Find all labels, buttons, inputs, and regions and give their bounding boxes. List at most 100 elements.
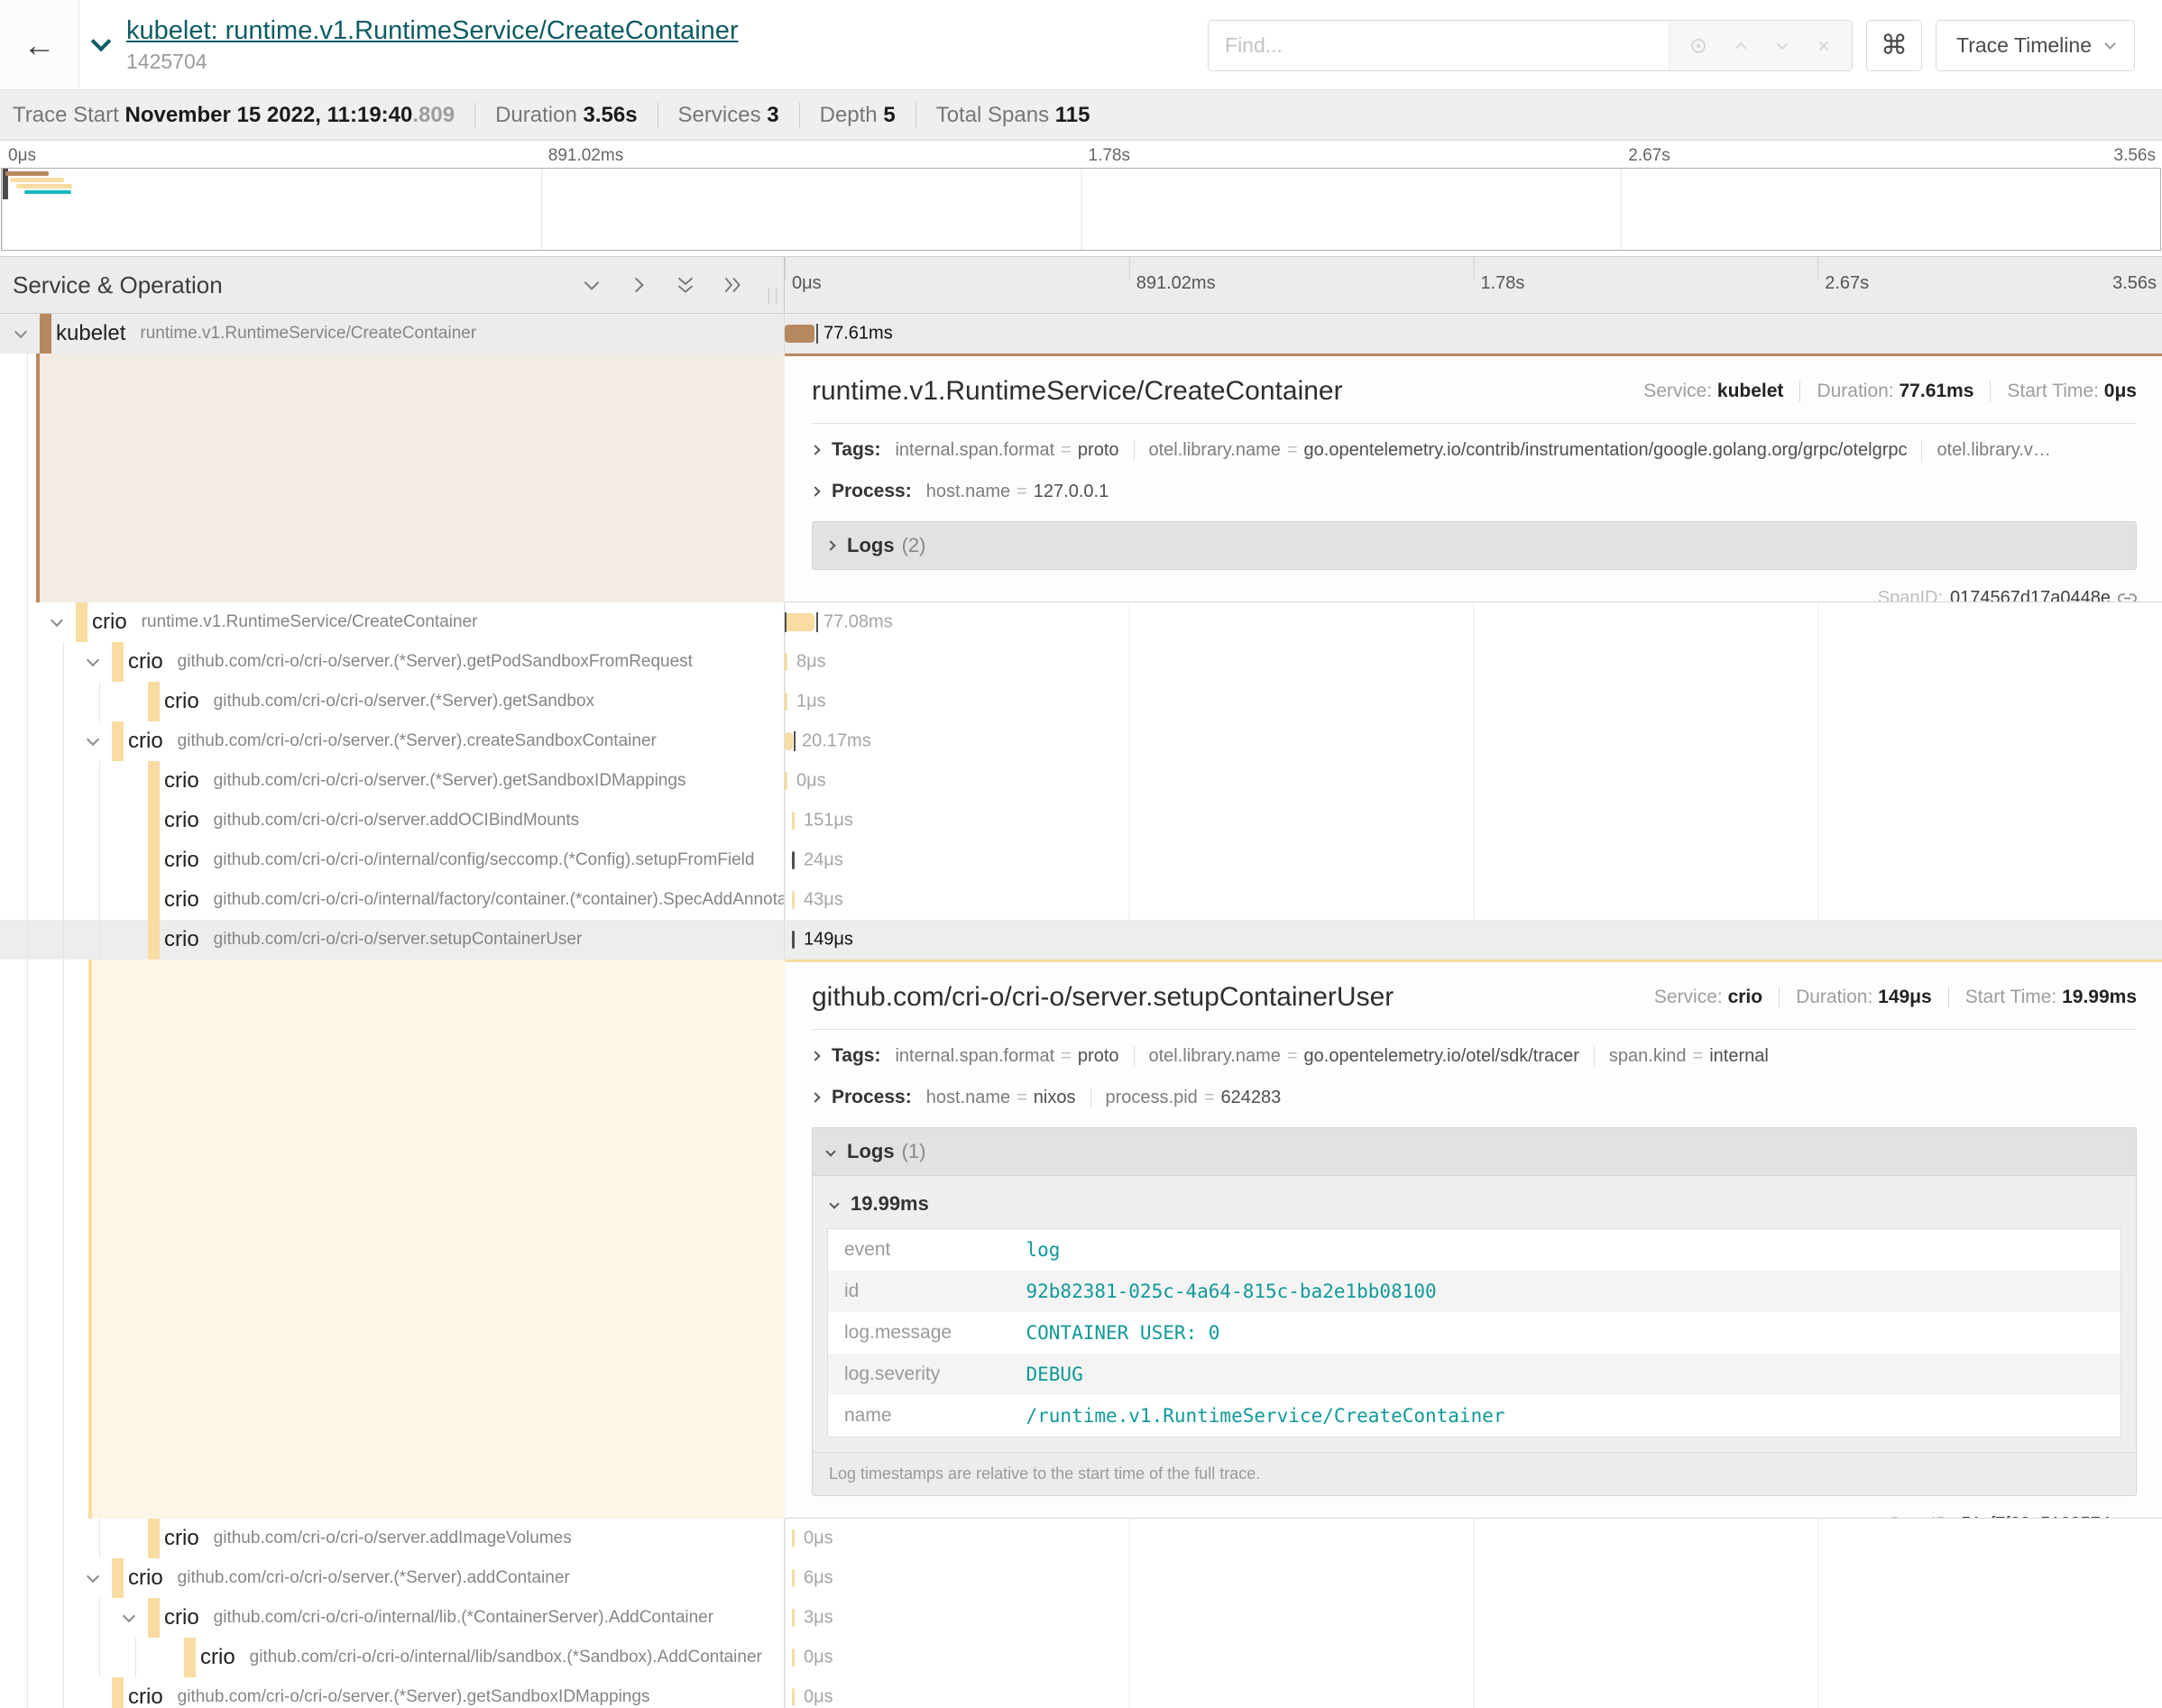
span-row[interactable]: kubeletruntime.v1.RuntimeService/CreateC… [0, 314, 2162, 354]
span-duration-bar[interactable] [792, 1569, 795, 1587]
span-timeline-cell[interactable]: 151μs [785, 801, 2162, 840]
span-row[interactable]: crioruntime.v1.RuntimeService/CreateCont… [0, 602, 2162, 642]
span-timeline-cell[interactable]: 0μs [785, 1638, 2162, 1677]
span-duration-bar[interactable] [792, 1609, 795, 1627]
expand-one-icon[interactable] [627, 273, 650, 297]
logs-section: Logs (1) 19.99ms eventlog id92b82381-025… [812, 1127, 2137, 1496]
span-row[interactable]: criogithub.com/cri-o/cri-o/server.addOCI… [0, 801, 2162, 840]
span-name-cell[interactable]: criogithub.com/cri-o/cri-o/server.addIma… [0, 1519, 785, 1558]
trace-view-selector[interactable]: Trace Timeline [1936, 20, 2135, 71]
span-timeline-cell[interactable]: 0μs [785, 1677, 2162, 1708]
span-row[interactable]: criogithub.com/cri-o/cri-o/server.setupC… [0, 920, 2162, 960]
span-timeline-cell[interactable]: 20.17ms [785, 721, 2162, 761]
span-name-cell[interactable]: crioruntime.v1.RuntimeService/CreateCont… [0, 602, 785, 642]
span-duration-bar[interactable] [792, 812, 795, 830]
indent-guide [27, 960, 28, 1519]
span-name-cell[interactable]: kubeletruntime.v1.RuntimeService/CreateC… [0, 314, 785, 354]
span-row[interactable]: criogithub.com/cri-o/cri-o/server.(*Serv… [0, 761, 2162, 801]
log-entry-toggle[interactable]: 19.99ms [827, 1180, 2121, 1228]
span-name-cell[interactable]: criogithub.com/cri-o/cri-o/internal/lib/… [0, 1638, 785, 1677]
span-name-cell[interactable]: criogithub.com/cri-o/cri-o/server.(*Serv… [0, 1677, 785, 1708]
span-duration-bar[interactable] [792, 931, 795, 949]
service-name: crio [164, 808, 199, 833]
trace-title-link[interactable]: kubelet: runtime.v1.RuntimeService/Creat… [126, 16, 739, 46]
chevron-right-icon[interactable] [810, 1051, 820, 1061]
span-timeline-cell[interactable]: 0μs [785, 761, 2162, 801]
span-timeline-cell[interactable]: 149μs [785, 920, 2162, 960]
span-duration-bar[interactable] [785, 772, 787, 790]
span-name-cell[interactable]: criogithub.com/cri-o/cri-o/internal/conf… [0, 840, 785, 880]
span-timeline-cell[interactable]: 43μs [785, 880, 2162, 920]
indent-guide [27, 354, 28, 602]
span-name-cell[interactable]: criogithub.com/cri-o/cri-o/server.(*Serv… [0, 721, 785, 761]
minimap-canvas[interactable] [1, 168, 2161, 251]
chevron-right-icon[interactable] [810, 486, 820, 496]
span-name-cell[interactable]: criogithub.com/cri-o/cri-o/server.(*Serv… [0, 682, 785, 721]
expand-all-icon[interactable] [721, 273, 744, 297]
span-row[interactable]: criogithub.com/cri-o/cri-o/internal/fact… [0, 880, 2162, 920]
tags-row[interactable]: Tags: internal.span.formatprotootel.libr… [812, 1035, 2137, 1077]
collapse-one-icon[interactable] [580, 273, 603, 297]
span-timeline-cell[interactable]: 0μs [785, 1519, 2162, 1558]
back-button[interactable]: ← [0, 0, 79, 89]
find-input[interactable] [1209, 21, 1669, 70]
span-duration-bar[interactable] [785, 613, 814, 631]
span-duration-bar[interactable] [785, 732, 793, 750]
prev-result-icon[interactable] [1731, 36, 1751, 56]
span-duration-bar[interactable] [785, 693, 787, 711]
logs-toggle[interactable]: Logs (1) [813, 1128, 2136, 1176]
locate-icon[interactable] [1688, 35, 1709, 57]
keyboard-shortcuts-button[interactable]: ⌘ [1866, 20, 1922, 71]
span-timeline-cell[interactable]: 1μs [785, 682, 2162, 721]
span-duration-bar[interactable] [792, 1688, 795, 1706]
next-result-icon[interactable] [1772, 36, 1792, 56]
span-timeline-cell[interactable]: 77.08ms [785, 602, 2162, 642]
span-detail-meta: Service: crio Duration: 149μs Start Time… [1654, 987, 2137, 1008]
trace-view-label: Trace Timeline [1956, 33, 2092, 58]
span-row[interactable]: criogithub.com/cri-o/cri-o/server.(*Serv… [0, 682, 2162, 721]
span-duration-bar[interactable] [792, 891, 795, 909]
span-row[interactable]: criogithub.com/cri-o/cri-o/server.(*Serv… [0, 642, 2162, 682]
span-name-cell[interactable]: criogithub.com/cri-o/cri-o/internal/lib.… [0, 1598, 785, 1638]
chevron-right-icon[interactable] [810, 445, 820, 455]
attribute-item: host.namenixos [926, 1088, 1076, 1108]
divider [812, 423, 2137, 424]
process-row[interactable]: Process: host.name127.0.0.1 [812, 471, 2137, 512]
span-row[interactable]: criogithub.com/cri-o/cri-o/internal/lib/… [0, 1638, 2162, 1677]
span-row[interactable]: criogithub.com/cri-o/cri-o/server.(*Serv… [0, 1677, 2162, 1708]
chevron-right-icon[interactable] [810, 1092, 820, 1102]
span-timeline-cell[interactable]: 3μs [785, 1598, 2162, 1638]
span-duration-bar[interactable] [792, 1648, 795, 1667]
span-timeline-cell[interactable]: 77.61ms [785, 314, 2162, 354]
span-row[interactable]: criogithub.com/cri-o/cri-o/server.(*Serv… [0, 1558, 2162, 1598]
span-duration-bar[interactable] [792, 851, 795, 869]
span-row[interactable]: criogithub.com/cri-o/cri-o/server.addIma… [0, 1519, 2162, 1558]
axis-tick: 0μs [8, 146, 36, 166]
tags-row[interactable]: Tags: internal.span.formatprotootel.libr… [812, 429, 2137, 471]
span-duration-label: 0μs [796, 771, 826, 792]
span-name-cell[interactable]: criogithub.com/cri-o/cri-o/server.(*Serv… [0, 1558, 785, 1598]
span-timeline-cell[interactable]: 24μs [785, 840, 2162, 880]
span-name-cell[interactable]: criogithub.com/cri-o/cri-o/server.(*Serv… [0, 761, 785, 801]
span-timeline-cell[interactable]: 8μs [785, 642, 2162, 682]
span-duration-bar[interactable] [792, 1529, 795, 1547]
span-duration-bar[interactable] [785, 653, 787, 671]
ruler-tick: 3.56s [2112, 273, 2157, 294]
process-row[interactable]: Process: host.namenixosprocess.pid624283 [812, 1077, 2137, 1118]
span-row[interactable]: criogithub.com/cri-o/cri-o/server.(*Serv… [0, 721, 2162, 761]
span-name-cell[interactable]: criogithub.com/cri-o/cri-o/internal/fact… [0, 880, 785, 920]
span-name-cell[interactable]: criogithub.com/cri-o/cri-o/server.(*Serv… [0, 642, 785, 682]
span-timeline-cell[interactable]: 6μs [785, 1558, 2162, 1598]
span-row[interactable]: criogithub.com/cri-o/cri-o/internal/conf… [0, 840, 2162, 880]
span-duration-bar[interactable] [785, 325, 814, 343]
span-detail-title: github.com/cri-o/cri-o/server.setupConta… [812, 982, 1394, 1013]
collapse-trace-header-icon[interactable] [91, 31, 112, 51]
span-row[interactable]: criogithub.com/cri-o/cri-o/internal/lib.… [0, 1598, 2162, 1638]
clear-search-icon[interactable] [1814, 36, 1834, 56]
logs-toggle[interactable]: Logs (2) [813, 522, 2136, 569]
span-name-cell[interactable]: criogithub.com/cri-o/cri-o/server.addOCI… [0, 801, 785, 840]
copy-link-icon[interactable] [2118, 589, 2137, 602]
span-name-cell[interactable]: criogithub.com/cri-o/cri-o/server.setupC… [0, 920, 785, 960]
column-resize-handle[interactable] [768, 288, 777, 304]
collapse-all-icon[interactable] [674, 273, 697, 297]
